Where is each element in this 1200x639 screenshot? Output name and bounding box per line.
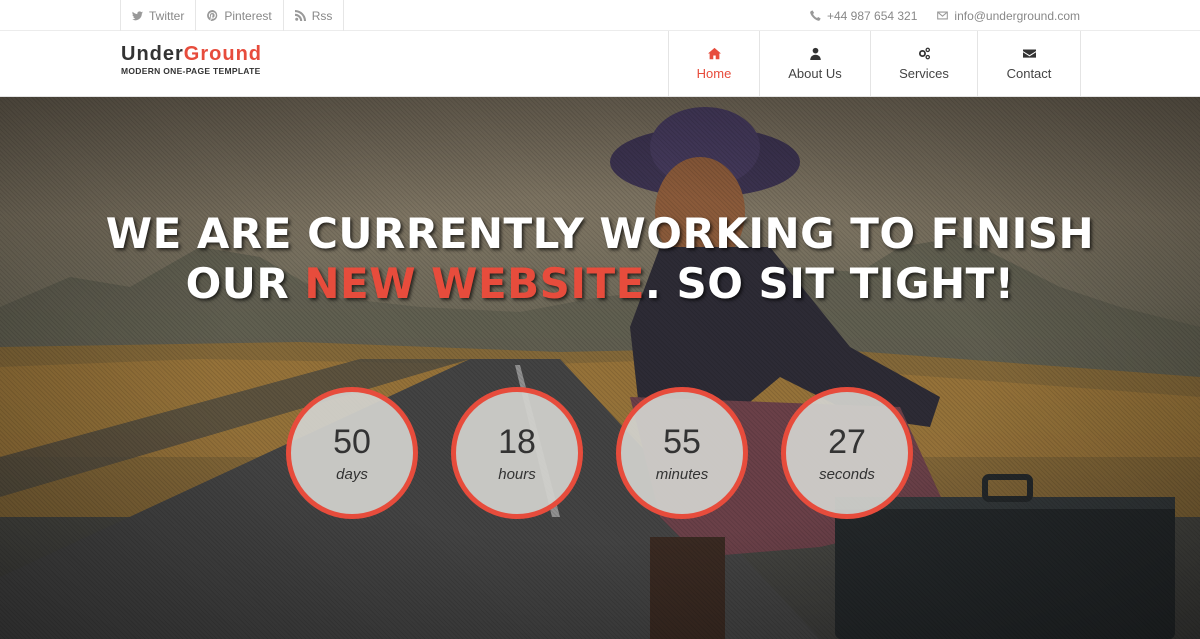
twitter-label: Twitter <box>149 8 185 23</box>
logo-tagline: MODERN ONE-PAGE TEMPLATE <box>121 66 261 76</box>
nav-home-label: Home <box>696 66 732 81</box>
logo-name-part1: Under <box>121 43 184 65</box>
phone-number: +44 987 654 321 <box>826 8 918 23</box>
nav-services[interactable]: Services <box>871 31 978 97</box>
countdown-days-label: days <box>336 465 368 483</box>
hero-section: WE ARE CURRENTLY WORKING TO FINISH OUR N… <box>0 97 1200 639</box>
logo-name-part2: Ground <box>183 43 263 65</box>
twitter-link[interactable]: Twitter <box>121 0 197 31</box>
top-bar: Twitter Pinterest Rss +44 987 654 321 in… <box>0 0 1200 31</box>
countdown-minutes-label: minutes <box>655 465 709 483</box>
rss-link[interactable]: Rss <box>284 0 345 31</box>
contact-info: +44 987 654 321 info@underground.com <box>810 0 1080 31</box>
countdown-minutes: 55 minutes <box>616 387 748 519</box>
rss-label: Rss <box>311 8 333 23</box>
gears-icon <box>918 47 930 60</box>
hero-headline: WE ARE CURRENTLY WORKING TO FINISH OUR N… <box>0 209 1200 309</box>
nav-about-us[interactable]: About Us <box>760 31 871 97</box>
vignette-overlay <box>0 97 1200 639</box>
pinterest-label: Pinterest <box>224 8 272 23</box>
countdown-days-value: 50 <box>333 422 371 461</box>
envelope-icon <box>1022 49 1036 58</box>
envelope-outline-icon <box>937 11 949 20</box>
countdown-hours-value: 18 <box>498 422 536 461</box>
countdown-days: 50 days <box>286 387 418 519</box>
twitter-icon <box>132 11 143 21</box>
user-icon <box>809 47 821 60</box>
logo[interactable]: UnderGround MODERN ONE-PAGE TEMPLATE <box>121 43 262 76</box>
email-address[interactable]: info@underground.com <box>954 9 1080 23</box>
site-header: UnderGround MODERN ONE-PAGE TEMPLATE Hom… <box>0 31 1200 97</box>
hero-headline-line1: WE ARE CURRENTLY WORKING TO FINISH <box>105 209 1095 258</box>
logo-name: UnderGround <box>121 43 262 65</box>
email-info[interactable]: info@underground.com <box>937 9 1080 23</box>
countdown-seconds: 27 seconds <box>781 387 913 519</box>
countdown-timer: 50 days 18 hours 55 minutes 27 seconds <box>286 387 916 519</box>
social-links: Twitter Pinterest Rss <box>120 0 345 31</box>
nav-about-us-label: About Us <box>788 66 842 81</box>
pinterest-icon <box>207 10 218 21</box>
countdown-seconds-value: 27 <box>828 422 866 461</box>
nav-contact-label: Contact <box>1006 66 1052 81</box>
countdown-hours-label: hours <box>498 465 536 483</box>
hero-line2-before: OUR <box>185 259 305 308</box>
hero-headline-line2: OUR NEW WEBSITE. SO SIT TIGHT! <box>0 259 1200 309</box>
phone-info: +44 987 654 321 <box>810 9 917 23</box>
countdown-seconds-label: seconds <box>819 465 875 483</box>
hero-line2-highlight: NEW WEBSITE <box>304 259 645 308</box>
nav-services-label: Services <box>899 66 949 81</box>
phone-icon <box>810 10 821 21</box>
countdown-hours: 18 hours <box>451 387 583 519</box>
pinterest-link[interactable]: Pinterest <box>196 0 284 31</box>
nav-contact[interactable]: Contact <box>978 31 1081 97</box>
home-icon <box>707 47 721 60</box>
rss-icon <box>294 10 306 21</box>
countdown-minutes-value: 55 <box>663 422 701 461</box>
nav-home[interactable]: Home <box>669 31 760 97</box>
hero-line2-after: . SO SIT TIGHT! <box>644 259 1015 308</box>
main-nav: Home About Us Services Contact <box>668 31 1081 97</box>
